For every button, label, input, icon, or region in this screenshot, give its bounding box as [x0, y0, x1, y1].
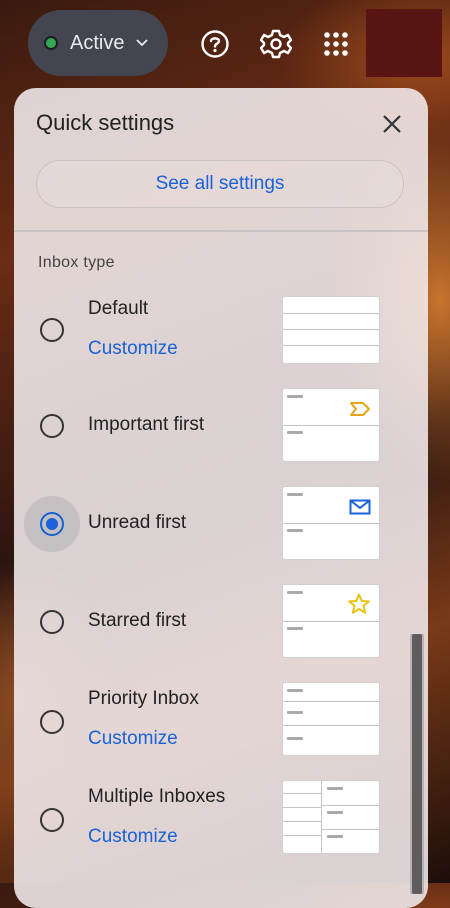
radio-unread-first[interactable]	[40, 512, 64, 536]
account-avatar[interactable]	[366, 9, 442, 77]
option-label: Default	[88, 298, 149, 319]
customize-link[interactable]: Customize	[88, 826, 178, 848]
preview-multiple-inboxes	[282, 780, 380, 854]
inbox-option-unread-first: Unread first	[14, 482, 414, 572]
gear-icon[interactable]	[256, 24, 296, 64]
status-dot-icon	[44, 36, 58, 50]
customize-link[interactable]: Customize	[88, 338, 178, 360]
section-label: Inbox type	[38, 254, 115, 271]
option-label: Multiple Inboxes	[88, 786, 226, 807]
chevron-down-icon	[136, 39, 149, 47]
close-icon[interactable]	[378, 110, 406, 138]
help-icon[interactable]	[195, 24, 235, 64]
scrollbar-thumb[interactable]	[412, 634, 422, 894]
apps-grid-icon[interactable]	[316, 24, 356, 64]
preview-default	[282, 296, 380, 364]
envelope-icon	[349, 499, 371, 515]
radio-priority-inbox[interactable]	[40, 710, 64, 734]
radio-important-first[interactable]	[40, 414, 64, 438]
status-label: Active	[70, 31, 125, 54]
inbox-option-default: Default Customize	[14, 286, 414, 376]
inbox-option-important-first: Important first	[14, 384, 414, 474]
preview-priority-inbox	[282, 682, 380, 756]
see-all-settings-button[interactable]: See all settings	[36, 160, 404, 208]
option-label: Important first	[88, 414, 205, 435]
radio-starred-first[interactable]	[40, 610, 64, 634]
option-label: Unread first	[88, 512, 187, 533]
quick-settings-panel: Quick settings See all settings Inbox ty…	[14, 88, 428, 908]
preview-important-first	[282, 388, 380, 462]
inbox-option-starred-first: Starred first	[14, 580, 414, 670]
status-chip[interactable]: Active	[28, 10, 168, 76]
preview-unread-first	[282, 486, 380, 560]
important-marker-icon	[350, 402, 370, 416]
preview-starred-first	[282, 584, 380, 658]
inbox-option-multiple-inboxes: Multiple Inboxes Customize	[14, 776, 414, 866]
panel-title: Quick settings	[36, 110, 175, 135]
radio-default[interactable]	[40, 318, 64, 342]
option-label: Starred first	[88, 610, 187, 631]
inbox-option-priority-inbox: Priority Inbox Customize	[14, 678, 414, 768]
divider	[14, 230, 428, 232]
radio-multiple-inboxes[interactable]	[40, 808, 64, 832]
top-bar: Active	[0, 0, 450, 88]
customize-link[interactable]: Customize	[88, 728, 178, 750]
option-label: Priority Inbox	[88, 688, 199, 709]
star-icon	[348, 593, 370, 614]
